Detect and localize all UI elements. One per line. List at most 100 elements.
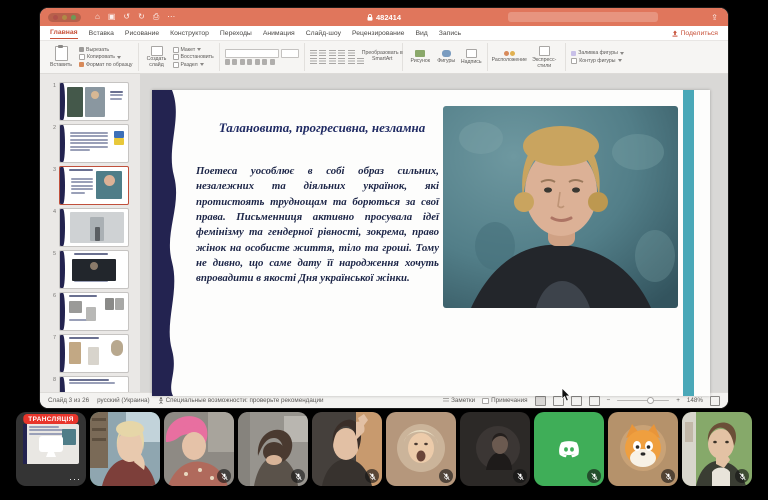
strikethrough-icon[interactable] xyxy=(247,59,252,65)
bold-icon[interactable] xyxy=(225,59,230,65)
wave-shape[interactable] xyxy=(152,90,188,396)
slide-thumbnail-2[interactable] xyxy=(59,124,129,163)
tab-review[interactable]: Рецензирование xyxy=(352,28,404,39)
close-window-icon[interactable] xyxy=(53,15,58,20)
paste-label: Вставить xyxy=(50,62,72,68)
notes-toggle[interactable]: Заметки xyxy=(443,397,475,404)
text-shadow-icon[interactable] xyxy=(255,59,260,65)
reading-view-button[interactable] xyxy=(571,396,582,406)
zoom-level[interactable]: 148% xyxy=(687,397,703,404)
new-slide-button[interactable]: Создать слайд xyxy=(144,46,170,69)
participant-tile-discord-avatar[interactable] xyxy=(534,412,604,486)
screen-share-tile[interactable]: ТРАНСЛЯЦІЯ ··· xyxy=(16,412,86,486)
textbox-button[interactable]: Надпись xyxy=(460,49,482,65)
slide-thumbnail-7[interactable] xyxy=(59,334,129,373)
home-icon[interactable]: ⌂ xyxy=(95,13,100,21)
participant-tile-avatar-child[interactable] xyxy=(386,412,456,486)
picture-button[interactable]: Рисунок xyxy=(408,50,432,64)
font-format-buttons[interactable] xyxy=(225,59,299,65)
underline-icon[interactable] xyxy=(240,59,245,65)
undo-icon[interactable]: ↺ xyxy=(123,13,130,21)
tab-slideshow[interactable]: Слайд-шоу xyxy=(306,28,341,39)
tab-animations[interactable]: Анимация xyxy=(263,28,295,39)
justify-icon[interactable] xyxy=(338,58,345,64)
slide-thumbnail-6[interactable] xyxy=(59,292,129,331)
share-arrow-icon[interactable]: ⇪ xyxy=(711,13,718,22)
zoom-in-button[interactable]: + xyxy=(676,397,680,404)
tab-insert[interactable]: Вставка xyxy=(89,28,114,39)
smartart-button[interactable]: Преобразовать в SmartArt xyxy=(367,51,397,63)
text-color-icon[interactable] xyxy=(270,59,275,65)
share-document-button[interactable]: Поделиться xyxy=(672,30,718,37)
section-button[interactable]: Раздел xyxy=(173,62,214,68)
slide-thumbnail-4[interactable] xyxy=(59,208,129,247)
language-selector[interactable]: русский (Украина) xyxy=(97,397,150,404)
participant-tile-active-speaker[interactable] xyxy=(90,412,160,486)
maximize-window-icon[interactable] xyxy=(71,15,76,20)
scissors-icon xyxy=(79,47,84,52)
print-icon[interactable]: ⎙ xyxy=(153,13,159,21)
portrait-photo[interactable] xyxy=(443,106,678,308)
paste-button[interactable]: Вставить xyxy=(46,46,76,68)
copy-button[interactable]: Копировать xyxy=(79,54,133,60)
columns-icon[interactable] xyxy=(348,58,355,64)
align-right-icon[interactable] xyxy=(329,58,336,64)
align-left-icon[interactable] xyxy=(310,58,317,64)
window-controls[interactable] xyxy=(48,13,81,22)
minimize-window-icon[interactable] xyxy=(62,15,67,20)
tab-view[interactable]: Вид xyxy=(415,28,427,39)
cut-button[interactable]: Вырезать xyxy=(79,47,133,53)
align-center-icon[interactable] xyxy=(319,58,326,64)
shape-fill-button[interactable]: Заливка фигуры xyxy=(571,50,624,56)
indent-decrease-icon[interactable] xyxy=(329,50,336,56)
fit-slide-button[interactable] xyxy=(710,396,720,406)
participant-tile-hand-to-head[interactable] xyxy=(312,412,382,486)
bullets-icon[interactable] xyxy=(310,50,317,56)
slide-body-text[interactable]: Поетеса уособлює в собі образ сильних, н… xyxy=(196,164,439,287)
indent-increase-icon[interactable] xyxy=(338,50,345,56)
slide-thumbnail-5[interactable] xyxy=(59,250,129,289)
slideshow-view-button[interactable] xyxy=(589,396,600,406)
quick-styles-button[interactable]: Экспресс-стили xyxy=(528,46,560,69)
italic-icon[interactable] xyxy=(232,59,237,65)
participant-tile-pink-hair[interactable] xyxy=(164,412,234,486)
tab-home[interactable]: Главная xyxy=(50,27,78,39)
shape-outline-button[interactable]: Контур фигуры xyxy=(571,58,624,64)
layout-button[interactable]: Макет xyxy=(173,47,214,53)
slide-thumbnail-8[interactable] xyxy=(59,376,129,392)
tile-options-icon[interactable]: ··· xyxy=(69,474,81,484)
font-name-input[interactable] xyxy=(225,49,279,58)
character-spacing-icon[interactable] xyxy=(262,59,267,65)
redo-icon[interactable]: ↻ xyxy=(138,13,145,21)
zoom-slider-knob[interactable] xyxy=(647,397,654,404)
slide-thumbnail-1[interactable] xyxy=(59,82,129,121)
save-icon[interactable]: ▣ xyxy=(108,13,116,21)
slide-title[interactable]: Талановита, прогресивна, незламна xyxy=(202,120,442,136)
tab-draw[interactable]: Рисование xyxy=(125,28,159,39)
tab-record[interactable]: Запись xyxy=(439,28,461,39)
zoom-slider[interactable] xyxy=(617,400,669,402)
reset-button[interactable]: Восстановить xyxy=(173,54,214,60)
participant-tile-looking-down[interactable] xyxy=(238,412,308,486)
format-painter-button[interactable]: Формат по образцу xyxy=(79,62,133,68)
participant-tile-green-wall[interactable] xyxy=(682,412,752,486)
teal-stripe[interactable] xyxy=(683,90,694,396)
participant-tile-dim-avatar[interactable] xyxy=(460,412,530,486)
tab-design[interactable]: Конструктор xyxy=(170,28,209,39)
normal-view-button[interactable] xyxy=(535,396,546,406)
more-icon[interactable]: ⋯ xyxy=(167,13,175,21)
arrange-button[interactable]: Расположение xyxy=(493,51,525,63)
shapes-button[interactable]: Фигуры xyxy=(435,50,457,64)
slide[interactable]: Талановита, прогресивна, незламна Поетес… xyxy=(152,90,710,396)
slide-thumbnail-3-selected[interactable] xyxy=(59,166,129,205)
line-spacing-icon[interactable] xyxy=(348,50,355,56)
accessibility-check[interactable]: Специальные возможности: проверьте реком… xyxy=(158,397,324,404)
font-size-input[interactable] xyxy=(281,49,299,58)
thumbnail-number: 2 xyxy=(48,124,56,163)
zoom-out-button[interactable]: − xyxy=(607,397,611,404)
tab-transitions[interactable]: Переходы xyxy=(220,28,252,39)
search-input[interactable] xyxy=(508,12,658,22)
participant-tile-fox-avatar[interactable] xyxy=(608,412,678,486)
comments-toggle[interactable]: Примечания xyxy=(482,397,527,404)
numbering-icon[interactable] xyxy=(319,50,326,56)
